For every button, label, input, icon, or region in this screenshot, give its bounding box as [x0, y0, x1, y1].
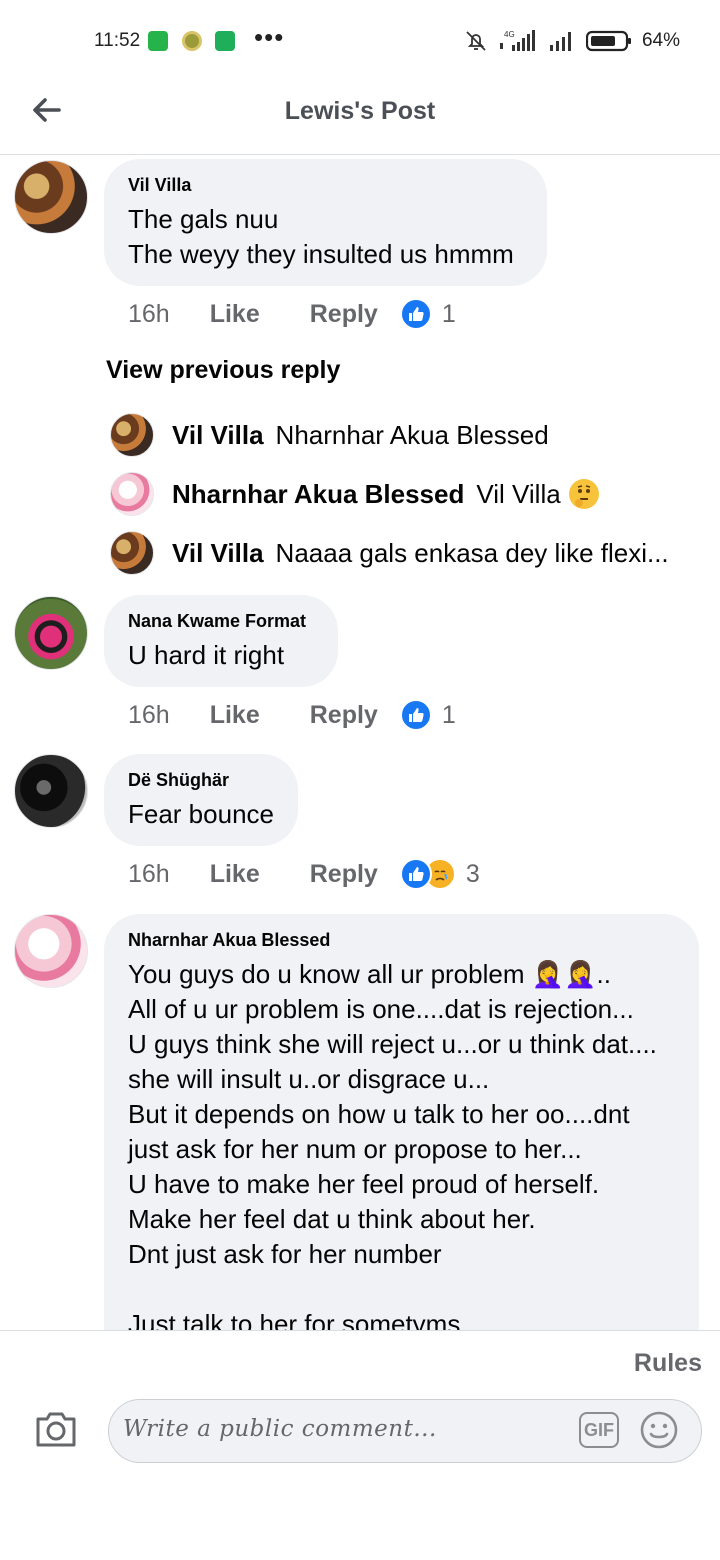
reply-text: Vil Villa — [476, 478, 561, 509]
comment-text: U hard it right — [128, 640, 285, 670]
reply-text: Nharnhar Akua Blessed — [275, 419, 549, 450]
page-title: Lewis's Post — [284, 97, 436, 125]
reaction-count: 1 — [441, 700, 456, 729]
avatar[interactable] — [14, 914, 88, 988]
view-previous-reply-link[interactable]: View previous reply — [106, 356, 340, 385]
reply-item[interactable]: Vil Villa Naaaa gals enkasa dey like fle… — [110, 530, 680, 576]
comment-bubble[interactable]: Vil Villa The gals nuu The weyy they ins… — [104, 159, 547, 286]
comment-bubble[interactable]: Nana Kwame Format U hard it right — [104, 595, 338, 687]
status-indicators: 4G 64% — [464, 28, 680, 54]
reaction-count: 1 — [441, 299, 456, 328]
battery-level: 64% — [641, 30, 680, 51]
like-button[interactable]: Like — [210, 300, 260, 329]
thinking-face-icon — [568, 479, 599, 509]
comment-time[interactable]: 16h — [128, 860, 170, 889]
rules-link[interactable]: Rules — [634, 1349, 702, 1378]
mute-bell-icon — [466, 31, 486, 51]
status-time: 11:52 — [94, 30, 141, 51]
reply-button[interactable]: Reply — [310, 860, 378, 889]
comment-author[interactable]: Nana Kwame Format — [128, 611, 314, 632]
svg-text:4G: 4G — [504, 30, 515, 39]
avatar[interactable] — [14, 596, 88, 670]
battery-icon — [585, 30, 631, 52]
reply-text: Naaaa gals enkasa dey like flexi... — [275, 537, 669, 568]
comment-text: The gals nuu The weyy they insulted us h… — [128, 204, 514, 269]
app-header: Lewis's Post — [0, 80, 720, 155]
like-button[interactable]: Like — [210, 860, 260, 889]
reply-item[interactable]: Vil Villa Nharnhar Akua Blessed — [110, 412, 680, 458]
camera-button[interactable] — [34, 1409, 78, 1449]
reply-author[interactable]: Vil Villa — [172, 538, 264, 569]
thumbs-up-icon — [399, 298, 432, 330]
reply-author[interactable]: Vil Villa — [172, 420, 264, 451]
whatsapp-icon — [148, 31, 168, 51]
thumbs-up-icon — [399, 858, 432, 890]
emoji-button[interactable] — [639, 1410, 679, 1450]
avatar[interactable] — [110, 413, 154, 457]
avatar[interactable] — [14, 754, 88, 828]
comment-text: You guys do u know all ur problem 🤦‍♀️🤦‍… — [128, 959, 657, 1330]
comment-actions: 16h Like Reply 1 — [128, 697, 456, 733]
comment-bubble[interactable]: Nharnhar Akua Blessed You guys do u know… — [104, 914, 699, 1330]
comment-author[interactable]: Vil Villa — [128, 175, 523, 196]
comment-text: Fear bounce — [128, 799, 274, 829]
comment-time[interactable]: 16h — [128, 300, 170, 329]
comment-composer: Rules Write a public comment... GIF — [0, 1330, 720, 1560]
reaction-summary[interactable]: 3 — [399, 858, 480, 890]
reply-button[interactable]: Reply — [310, 701, 378, 730]
comment-input[interactable]: Write a public comment... GIF — [108, 1399, 702, 1463]
emoji-icon — [640, 1411, 678, 1449]
avatar[interactable] — [14, 160, 88, 234]
reaction-count: 3 — [465, 859, 480, 888]
reply-button[interactable]: Reply — [310, 300, 378, 329]
more-notifications-icon: ••• — [254, 22, 285, 52]
phone-icon — [215, 31, 235, 51]
reply-author[interactable]: Nharnhar Akua Blessed — [172, 479, 464, 510]
comment-list[interactable]: Vil Villa The gals nuu The weyy they ins… — [0, 156, 720, 1330]
camera-icon — [36, 1412, 76, 1447]
app-notification-icon — [182, 31, 202, 51]
status-bar: 11:52 ••• 4G 64% — [0, 0, 720, 80]
comment-input-placeholder: Write a public comment... — [123, 1416, 437, 1442]
comment-actions: 16h Like Reply 1 — [128, 296, 456, 332]
comment-time[interactable]: 16h — [128, 701, 170, 730]
gif-button[interactable]: GIF — [579, 1412, 619, 1448]
avatar[interactable] — [110, 531, 154, 575]
like-button[interactable]: Like — [210, 701, 260, 730]
comment-author[interactable]: Dë Shüghär — [128, 770, 274, 791]
comment-author[interactable]: Nharnhar Akua Blessed — [128, 930, 675, 951]
comment-actions: 16h Like Reply 3 — [128, 856, 480, 892]
reaction-summary[interactable]: 1 — [399, 699, 456, 731]
comment-bubble[interactable]: Dë Shüghär Fear bounce — [104, 754, 298, 846]
signal-icon — [549, 32, 571, 51]
signal-4g-icon: 4G — [499, 30, 535, 51]
thumbs-up-icon — [399, 699, 432, 731]
reaction-summary[interactable]: 1 — [399, 298, 456, 330]
reply-item[interactable]: Nharnhar Akua Blessed Vil Villa — [110, 471, 680, 517]
avatar[interactable] — [110, 472, 154, 516]
